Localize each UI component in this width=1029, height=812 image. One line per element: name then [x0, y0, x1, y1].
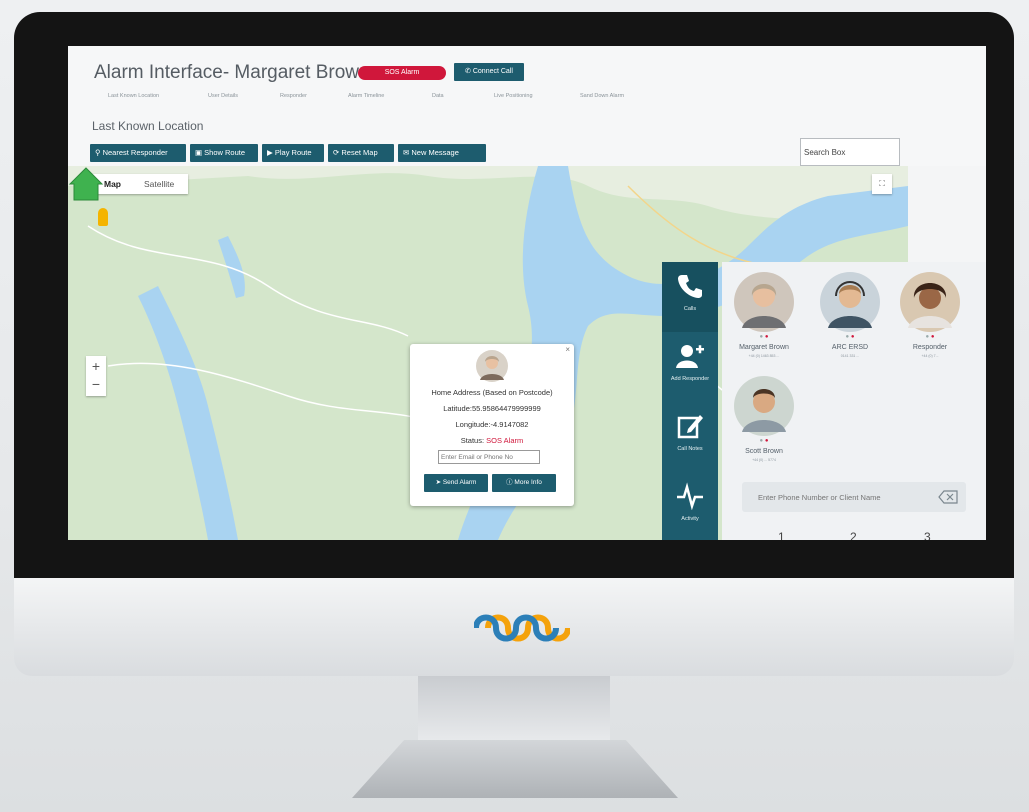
email-or-phone-field[interactable]: [438, 450, 540, 464]
brand-logo: [474, 614, 570, 642]
activity-icon: [677, 482, 703, 510]
latitude-value: Latitude:55.95864479999999: [443, 404, 541, 413]
rail-calls-label: Calls: [683, 306, 697, 312]
more-info-button[interactable]: ⓘ More Info: [492, 474, 556, 492]
status-label: Status:: [460, 436, 485, 445]
contacts-panel: ● ● Margaret Brown +44 (0) 1463 853 ... …: [722, 262, 986, 540]
map-type-toggle: Map Satellite: [92, 174, 188, 194]
zoom-in-button[interactable]: +: [86, 358, 106, 374]
edit-icon: [677, 415, 703, 439]
contact-name: Responder: [912, 344, 948, 351]
reset-map-button[interactable]: ⟳ Reset Map: [328, 144, 394, 162]
zoom-out-button[interactable]: −: [86, 376, 106, 392]
nav-live-positioning[interactable]: Live Positioning: [494, 93, 533, 99]
nav-alarm-timeline[interactable]: Alarm Timeline: [348, 93, 384, 99]
more-info-label: More Info: [514, 479, 542, 486]
contact-card[interactable]: ● ● Responder +44 (0) 7...: [892, 262, 968, 372]
section-title: Last Known Location: [92, 119, 204, 133]
map-type-map[interactable]: Map: [104, 174, 121, 194]
send-alarm-button[interactable]: ➤ Send Alarm: [424, 474, 488, 492]
nav-data[interactable]: Data: [432, 93, 444, 99]
contact-actions[interactable]: ● ●: [812, 334, 888, 340]
monitor-neck: [418, 676, 610, 744]
dial-key-2[interactable]: 2: [850, 530, 857, 540]
contact-phone: +44 (0) 1463 853 ...: [748, 354, 780, 358]
avatar: [476, 350, 508, 382]
sos-alarm-badge[interactable]: SOS Alarm: [358, 66, 446, 80]
nearest-responder-label: Nearest Responder: [102, 148, 168, 157]
show-route-label: Show Route: [204, 148, 246, 157]
contact-card[interactable]: ● ● Margaret Brown +44 (0) 1463 853 ...: [726, 262, 802, 372]
show-route-button[interactable]: ▣ Show Route: [190, 144, 258, 162]
contact-name: Scott Brown: [745, 448, 783, 455]
backspace-icon[interactable]: [938, 490, 958, 504]
home-location-marker-icon[interactable]: [68, 166, 104, 202]
rail-call-notes-label: Call Notes: [677, 446, 703, 452]
new-message-button[interactable]: ✉ New Message: [398, 144, 486, 162]
nav-last-known-location[interactable]: Last Known Location: [108, 93, 159, 99]
contact-phone: 0141 331 ...: [840, 354, 860, 358]
contact-name: ARC ERSD: [831, 344, 869, 351]
app-screen: Alarm Interface- Margaret Brown SOS Alar…: [68, 46, 986, 540]
street-view-pegman-icon[interactable]: [98, 208, 108, 226]
connect-call-button[interactable]: ✆ Connect Call: [454, 63, 524, 81]
close-icon[interactable]: ×: [565, 345, 570, 354]
rail-activity-label: Activity: [681, 516, 699, 522]
longitude-value: Longitude:-4.9147082: [455, 420, 529, 429]
avatar: [734, 376, 794, 436]
nav-user-details[interactable]: User Details: [208, 93, 238, 99]
new-message-label: New Message: [411, 148, 459, 157]
home-address-label: Home Address (Based on Postcode): [431, 388, 553, 397]
contact-actions[interactable]: ● ●: [892, 334, 968, 340]
rail-item-add-responder[interactable]: Add Responder: [662, 332, 718, 402]
contact-phone: +44 (0) 7...: [921, 354, 939, 358]
contact-card[interactable]: ● ● ARC ERSD 0141 331 ...: [812, 262, 888, 372]
send-alarm-label: Send Alarm: [442, 479, 477, 486]
avatar: [734, 272, 794, 332]
nav-sand-down-alarm[interactable]: Sand Down Alarm: [580, 93, 624, 99]
contact-actions[interactable]: ● ●: [726, 438, 802, 444]
app-header: Alarm Interface- Margaret Brown SOS Alar…: [68, 46, 986, 166]
reset-map-label: Reset Map: [341, 148, 378, 157]
play-route-label: Play Route: [274, 148, 312, 157]
add-user-icon: [676, 345, 704, 368]
contact-phone: +44 (0) ... 5774: [752, 458, 776, 462]
phone-number-input[interactable]: [742, 482, 966, 512]
page-title: Alarm Interface- Margaret Brown: [94, 62, 370, 83]
side-rail: Calls Add Responder Call Notes Activity: [662, 262, 718, 540]
rail-item-activity[interactable]: Activity: [662, 472, 718, 540]
connect-call-label: Connect Call: [472, 68, 513, 75]
status-line: Status: SOS Alarm: [410, 436, 574, 445]
dial-key-3[interactable]: 3: [924, 530, 931, 540]
search-input[interactable]: [800, 138, 900, 166]
phone-icon: [678, 275, 702, 298]
map-type-satellite[interactable]: Satellite: [144, 174, 174, 194]
rail-item-calls[interactable]: Calls: [662, 262, 718, 332]
rail-item-call-notes[interactable]: Call Notes: [662, 402, 718, 472]
contact-actions[interactable]: ● ●: [726, 334, 802, 340]
dial-key-1[interactable]: 1: [778, 530, 785, 540]
monitor-foot: [352, 740, 678, 798]
rail-add-responder-label: Add Responder: [670, 376, 710, 382]
zoom-control: + −: [86, 356, 106, 396]
contact-name: Margaret Brown: [739, 344, 789, 351]
nearest-responder-button[interactable]: ⚲ Nearest Responder: [90, 144, 186, 162]
avatar: [820, 272, 880, 332]
status-badge: SOS Alarm: [486, 436, 524, 445]
nav-responder[interactable]: Responder: [280, 93, 307, 99]
contact-card[interactable]: ● ● Scott Brown +44 (0) ... 5774: [726, 366, 802, 476]
play-route-button[interactable]: ▶ Play Route: [262, 144, 324, 162]
location-info-popup: × Home Address (Based on Postcode) Latit…: [410, 344, 574, 506]
fullscreen-icon[interactable]: ⛶: [872, 174, 892, 194]
avatar: [900, 272, 960, 332]
